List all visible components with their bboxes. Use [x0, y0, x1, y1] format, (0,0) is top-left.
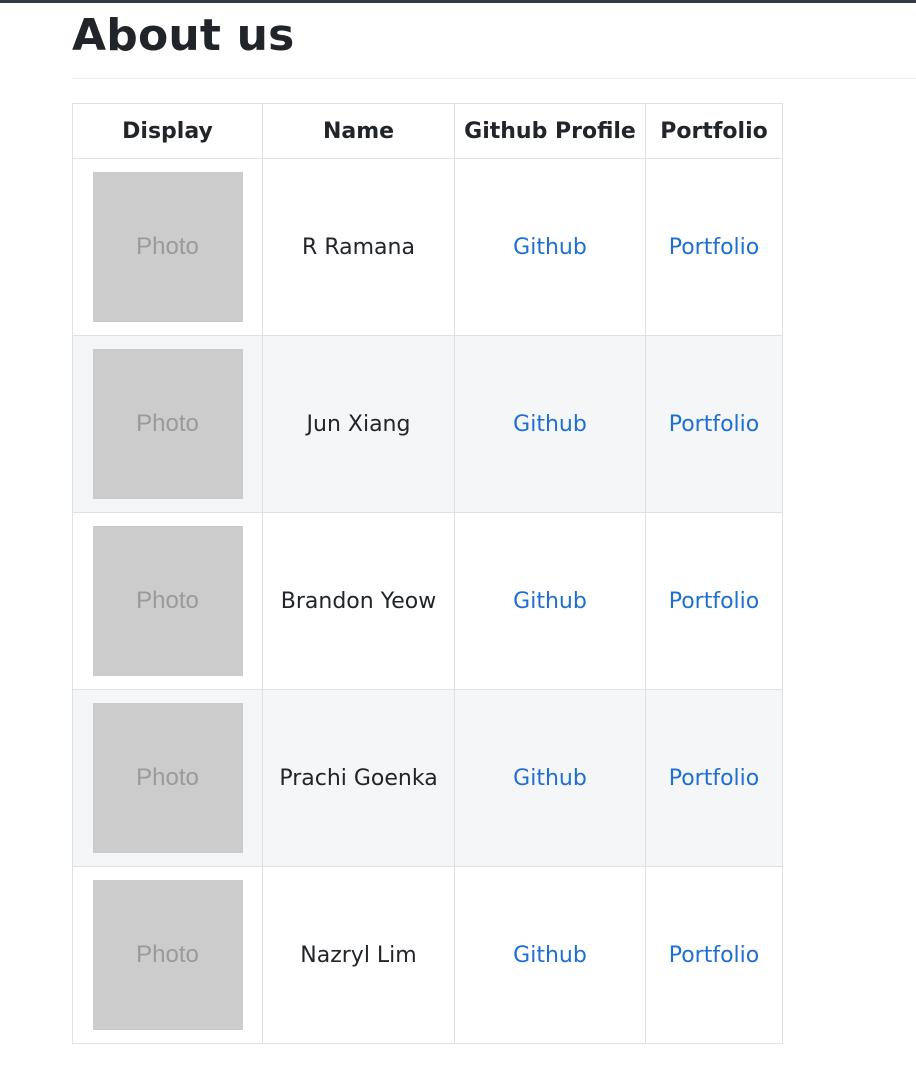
- portfolio-cell: Portfolio: [645, 512, 783, 690]
- table-row: Photo Nazryl Lim Github Portfolio: [72, 866, 783, 1044]
- display-cell: Photo: [72, 512, 263, 690]
- table-row: Photo Prachi Goenka Github Portfolio: [72, 689, 783, 867]
- table-body: Photo R Ramana Github Portfolio Photo Ju…: [72, 158, 783, 1044]
- github-cell: Github: [454, 689, 646, 867]
- header-row: Display Name Github Profile Portfolio: [72, 103, 783, 159]
- column-header-display: Display: [72, 103, 263, 159]
- name-cell: Brandon Yeow: [262, 512, 455, 690]
- portfolio-link[interactable]: Portfolio: [669, 235, 760, 260]
- page-title: About us: [72, 10, 295, 61]
- portfolio-cell: Portfolio: [645, 335, 783, 513]
- photo-placeholder-image: Photo: [92, 526, 243, 676]
- portfolio-cell: Portfolio: [645, 689, 783, 867]
- github-link[interactable]: Github: [513, 766, 587, 791]
- name-cell: R Ramana: [262, 158, 455, 336]
- display-cell: Photo: [72, 158, 263, 336]
- table-row: Photo Jun Xiang Github Portfolio: [72, 335, 783, 513]
- photo-placeholder-image: Photo: [92, 172, 243, 322]
- column-header-portfolio: Portfolio: [645, 103, 783, 159]
- display-cell: Photo: [72, 335, 263, 513]
- portfolio-link[interactable]: Portfolio: [669, 943, 760, 968]
- github-link[interactable]: Github: [513, 235, 587, 260]
- display-cell: Photo: [72, 689, 263, 867]
- name-cell: Nazryl Lim: [262, 866, 455, 1044]
- top-border: [0, 0, 916, 3]
- portfolio-cell: Portfolio: [645, 866, 783, 1044]
- github-link[interactable]: Github: [513, 943, 587, 968]
- portfolio-cell: Portfolio: [645, 158, 783, 336]
- display-cell: Photo: [72, 866, 263, 1044]
- portfolio-link[interactable]: Portfolio: [669, 766, 760, 791]
- github-cell: Github: [454, 512, 646, 690]
- title-divider: [72, 78, 916, 79]
- github-cell: Github: [454, 158, 646, 336]
- github-link[interactable]: Github: [513, 589, 587, 614]
- table-row: Photo Brandon Yeow Github Portfolio: [72, 512, 783, 690]
- portfolio-link[interactable]: Portfolio: [669, 412, 760, 437]
- photo-placeholder-image: Photo: [92, 880, 243, 1030]
- column-header-name: Name: [262, 103, 455, 159]
- table-row: Photo R Ramana Github Portfolio: [72, 158, 783, 336]
- table-header: Display Name Github Profile Portfolio: [72, 103, 783, 159]
- github-cell: Github: [454, 335, 646, 513]
- portfolio-link[interactable]: Portfolio: [669, 589, 760, 614]
- github-link[interactable]: Github: [513, 412, 587, 437]
- photo-placeholder-image: Photo: [92, 349, 243, 499]
- github-cell: Github: [454, 866, 646, 1044]
- name-cell: Jun Xiang: [262, 335, 455, 513]
- column-header-github: Github Profile: [454, 103, 646, 159]
- photo-placeholder-image: Photo: [92, 703, 243, 853]
- team-table: Display Name Github Profile Portfolio Ph…: [72, 103, 783, 1044]
- name-cell: Prachi Goenka: [262, 689, 455, 867]
